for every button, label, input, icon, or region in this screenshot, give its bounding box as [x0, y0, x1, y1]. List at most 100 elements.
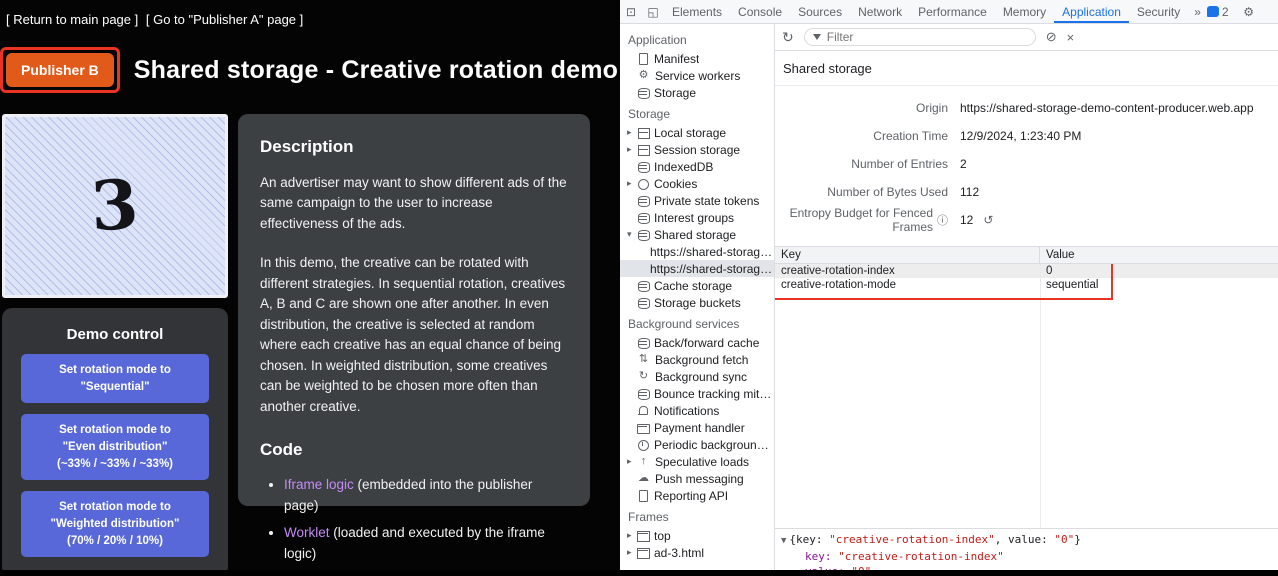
- sidebar-item-notifications[interactable]: Notifications: [620, 402, 774, 419]
- description-paragraph-2: In this demo, the creative can be rotate…: [260, 253, 568, 417]
- sidebar-item-storage[interactable]: Storage: [620, 84, 774, 101]
- preview-summary[interactable]: ▼{key: "creative-rotation-index", value:…: [775, 532, 1278, 549]
- sidebar-item-frame-top[interactable]: ▸ top: [620, 527, 774, 544]
- set-mode-weighted-distribution-button[interactable]: Set rotation mode to "Weighted distribut…: [21, 491, 209, 557]
- tab-sources[interactable]: Sources: [790, 0, 850, 23]
- chevron-right-icon[interactable]: ▸: [627, 531, 637, 540]
- chevron-down-icon[interactable]: ▾: [627, 230, 637, 239]
- filter-input[interactable]: [827, 30, 997, 44]
- meta-label: Number of Entries: [775, 157, 960, 171]
- delete-selected-icon[interactable]: ×: [1067, 30, 1075, 45]
- sidebar-item-interest-groups[interactable]: Interest groups: [620, 209, 774, 226]
- worklet-link[interactable]: Worklet: [284, 525, 330, 540]
- database-icon: [637, 195, 649, 207]
- sidebar-item-local-storage[interactable]: ▸ Local storage: [620, 124, 774, 141]
- sidebar-section-storage: Storage: [620, 101, 774, 124]
- clock-icon: [637, 439, 649, 451]
- filter-box[interactable]: [804, 28, 1036, 46]
- chevron-right-icon[interactable]: ▸: [627, 145, 637, 154]
- chevron-right-icon[interactable]: ▸: [627, 548, 637, 557]
- devtools-body: Application Manifest ⚙ Service workers S…: [620, 24, 1278, 576]
- info-icon[interactable]: ⓘ: [937, 212, 948, 228]
- sidebar-item-reporting-api[interactable]: Reporting API: [620, 487, 774, 504]
- chevron-right-icon[interactable]: ▸: [627, 457, 637, 466]
- sidebar-item-shared-storage-origin-2[interactable]: https://shared-storage-d…: [620, 260, 774, 277]
- meta-row-entropy-budget: Entropy Budget for Fenced Frames ⓘ 12 ↺: [775, 206, 1278, 234]
- column-header-value[interactable]: Value: [1040, 249, 1278, 261]
- device-toolbar-icon[interactable]: ◱: [642, 5, 664, 19]
- value-cell: 0: [1040, 265, 1278, 277]
- sidebar-item-cookies[interactable]: ▸ Cookies: [620, 175, 774, 192]
- publisher-b-button[interactable]: Publisher B: [6, 53, 114, 87]
- sidebar-item-cache-storage[interactable]: Cache storage: [620, 277, 774, 294]
- up-down-arrows-icon: ⇅: [637, 354, 650, 365]
- sidebar-item-private-state-tokens[interactable]: Private state tokens: [620, 192, 774, 209]
- tab-application[interactable]: Application: [1054, 0, 1129, 23]
- tab-network[interactable]: Network: [850, 0, 910, 23]
- triangle-down-icon[interactable]: ▼: [781, 536, 786, 546]
- table-row[interactable]: creative-rotation-mode sequential: [775, 278, 1278, 292]
- sidebar-item-payment-handler[interactable]: Payment handler: [620, 419, 774, 436]
- annotation-box-publisher: Publisher B: [0, 47, 120, 93]
- sidebar-item-label: Back/forward cache: [654, 336, 759, 350]
- chevron-right-icon[interactable]: ▸: [627, 179, 637, 188]
- sidebar-item-periodic-background-sync[interactable]: Periodic background s…: [620, 436, 774, 453]
- cookie-icon: [637, 178, 649, 190]
- tab-elements[interactable]: Elements: [664, 0, 730, 23]
- column-header-key[interactable]: Key: [775, 247, 1040, 263]
- page-title: Shared storage - Creative rotation demo: [134, 56, 618, 85]
- kebab-menu-icon[interactable]: ⋮: [1269, 5, 1278, 19]
- settings-gear-icon[interactable]: ⚙: [1238, 5, 1260, 19]
- table-row[interactable]: creative-rotation-index 0: [775, 264, 1278, 278]
- entry-preview-pane: ▼{key: "creative-rotation-index", value:…: [775, 528, 1278, 576]
- shared-storage-table: Key Value creative-rotation-index 0 crea…: [775, 246, 1278, 528]
- publisher-page: [ Return to main page ] [ Go to "Publish…: [0, 0, 620, 576]
- database-icon: [637, 212, 649, 224]
- tab-console[interactable]: Console: [730, 0, 790, 23]
- sidebar-item-session-storage[interactable]: ▸ Session storage: [620, 141, 774, 158]
- chevron-right-icon[interactable]: ▸: [627, 128, 637, 137]
- goto-publisher-a-link[interactable]: [ Go to "Publisher A" page ]: [146, 12, 303, 27]
- more-tabs-icon[interactable]: »: [1188, 5, 1207, 19]
- sidebar-item-label: Reporting API: [654, 489, 728, 503]
- sidebar-item-background-fetch[interactable]: ⇅ Background fetch: [620, 351, 774, 368]
- sidebar-item-back-forward-cache[interactable]: Back/forward cache: [620, 334, 774, 351]
- description-panel: Description An advertiser may want to sh…: [238, 114, 590, 506]
- tab-memory[interactable]: Memory: [995, 0, 1054, 23]
- meta-row-bytes-used: Number of Bytes Used 112: [775, 178, 1278, 206]
- sidebar-item-frame-ad3[interactable]: ▸ ad-3.html: [620, 544, 774, 561]
- sidebar-item-indexeddb[interactable]: IndexedDB: [620, 158, 774, 175]
- sidebar-item-manifest[interactable]: Manifest: [620, 50, 774, 67]
- screen: [ Return to main page ] [ Go to "Publish…: [0, 0, 1278, 576]
- meta-value: 12 ↺: [960, 213, 993, 227]
- sidebar-item-shared-storage-origin-1[interactable]: https://shared-storage-d…: [620, 243, 774, 260]
- up-arrow-icon: ↑: [637, 456, 650, 467]
- sidebar-item-service-workers[interactable]: ⚙ Service workers: [620, 67, 774, 84]
- sidebar-item-label: Storage: [654, 86, 696, 100]
- sidebar-item-shared-storage[interactable]: ▾ Shared storage: [620, 226, 774, 243]
- table-body: creative-rotation-index 0 creative-rotat…: [775, 264, 1278, 528]
- sidebar-item-push-messaging[interactable]: ☁ Push messaging: [620, 470, 774, 487]
- code-list-item: Iframe logic (embedded into the publishe…: [284, 475, 568, 516]
- refresh-icon[interactable]: ↻: [782, 29, 794, 46]
- issues-badge[interactable]: 2: [1207, 5, 1229, 19]
- sidebar-item-background-sync[interactable]: ↻ Background sync: [620, 368, 774, 385]
- iframe-logic-link[interactable]: Iframe logic: [284, 477, 354, 492]
- sidebar-item-label: Speculative loads: [655, 455, 749, 469]
- clear-all-icon[interactable]: ⊘: [1046, 29, 1057, 45]
- reset-budget-icon[interactable]: ↺: [983, 213, 993, 227]
- set-mode-even-distribution-button[interactable]: Set rotation mode to "Even distribution"…: [21, 414, 209, 480]
- sidebar-item-speculative-loads[interactable]: ▸ ↑ Speculative loads: [620, 453, 774, 470]
- creative-number: 3: [89, 165, 140, 247]
- set-mode-sequential-button[interactable]: Set rotation mode to "Sequential": [21, 354, 209, 403]
- tab-performance[interactable]: Performance: [910, 0, 995, 23]
- sidebar-item-storage-buckets[interactable]: Storage buckets: [620, 294, 774, 311]
- sidebar-item-bounce-tracking[interactable]: Bounce tracking mitiga…: [620, 385, 774, 402]
- tab-security[interactable]: Security: [1129, 0, 1188, 23]
- inspect-element-icon[interactable]: ⊡: [620, 5, 642, 19]
- preview-property: key: "creative-rotation-index": [775, 549, 1278, 564]
- sidebar-item-label: https://shared-storage-d…: [650, 262, 774, 276]
- devtools-window: ⊡ ◱ Elements Console Sources Network Per…: [620, 0, 1278, 576]
- return-main-link[interactable]: [ Return to main page ]: [6, 12, 138, 27]
- gear-icon: ⚙: [637, 70, 650, 81]
